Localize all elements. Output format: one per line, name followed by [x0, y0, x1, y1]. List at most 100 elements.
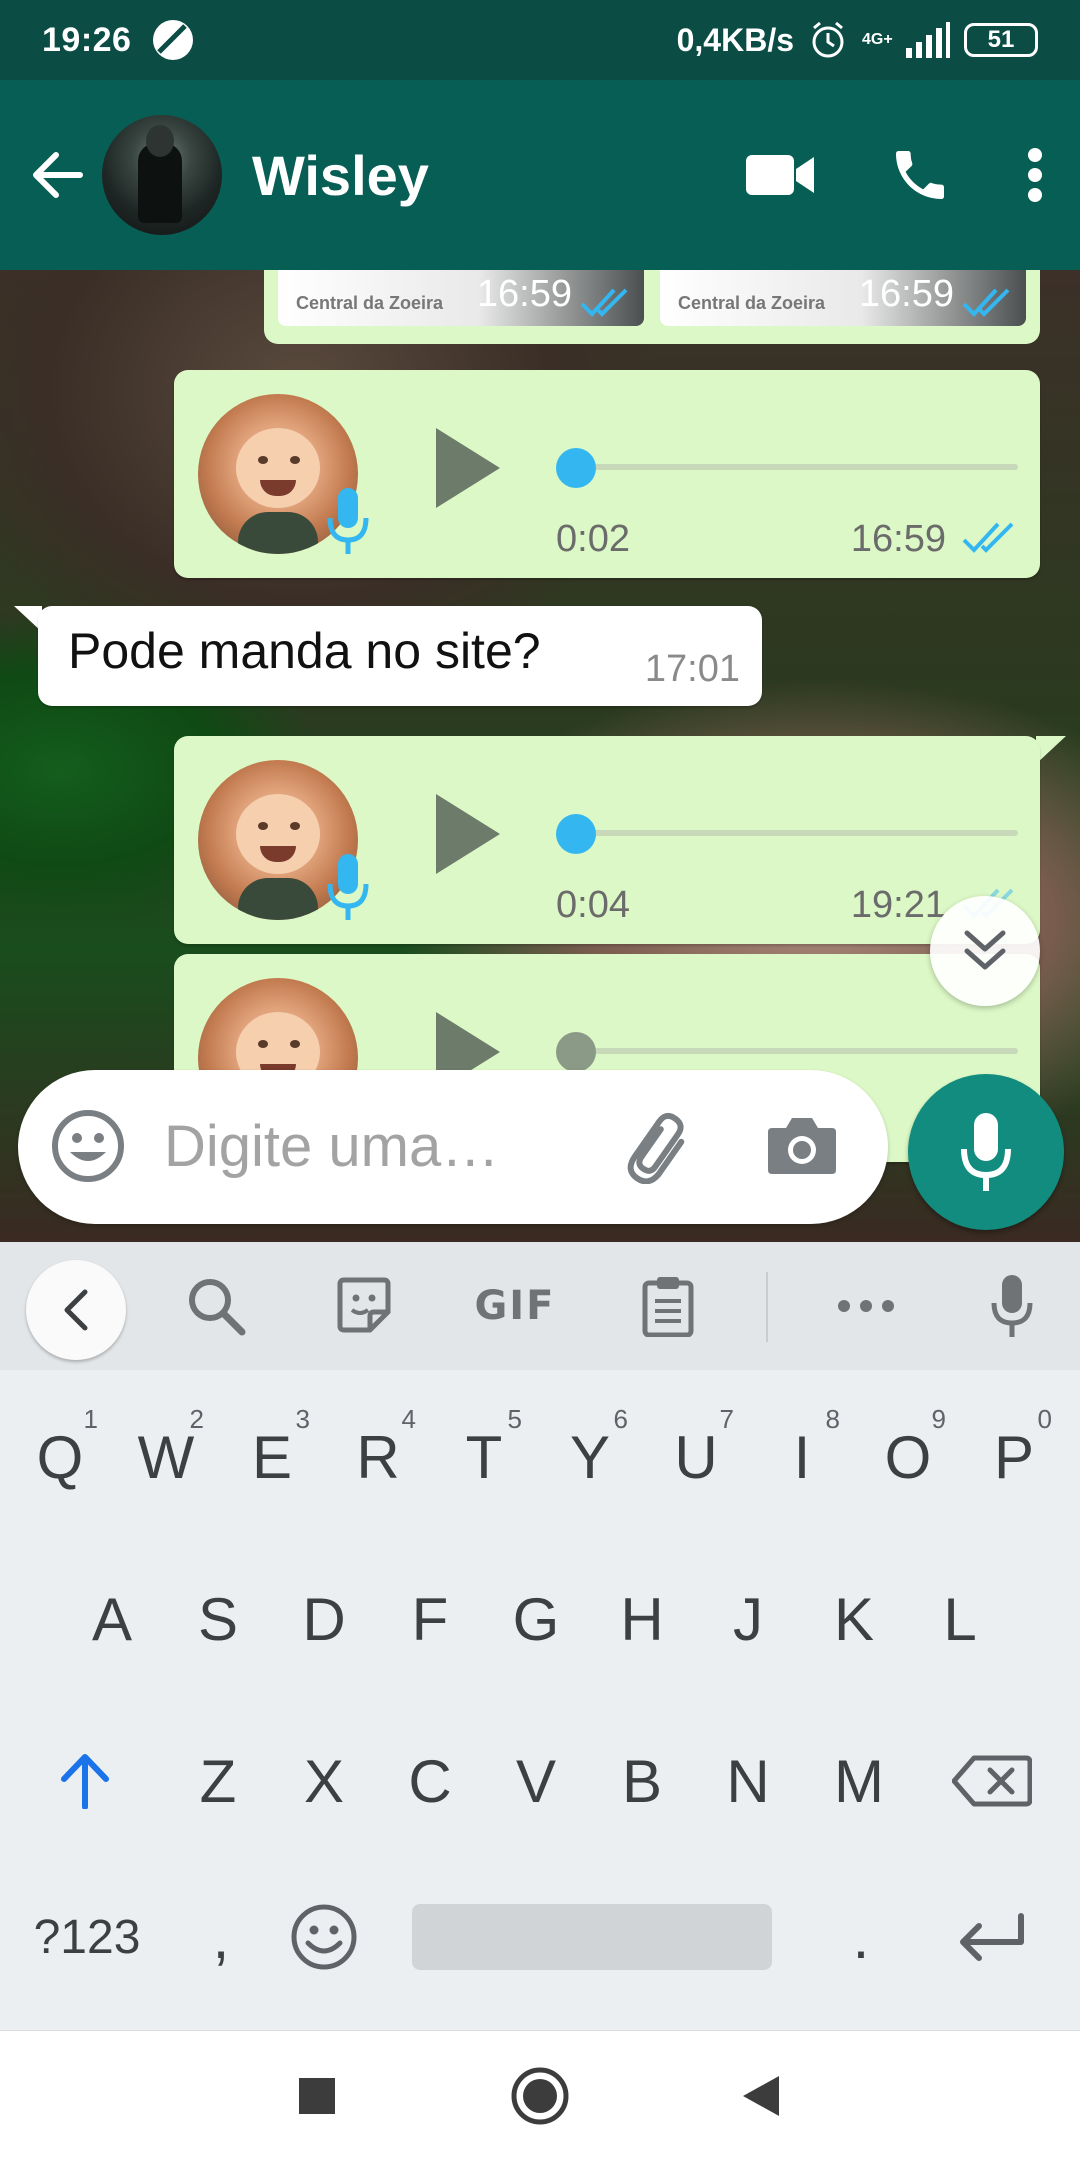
symbols-key[interactable]: ?123 [22, 1892, 152, 1982]
key-q[interactable]: Q1 [30, 1404, 98, 1502]
key-b[interactable]: B [612, 1736, 672, 1826]
key-t[interactable]: T5 [454, 1404, 522, 1502]
keyboard-more-button[interactable] [834, 1274, 898, 1338]
key-label: , [212, 1903, 230, 1971]
message-time: 17:01 [644, 648, 740, 690]
clipboard-icon [642, 1277, 694, 1337]
key-m[interactable]: M [824, 1736, 894, 1826]
image-message-bubble[interactable]: Central da Zoeira 16:59 Central da Zoeir… [264, 270, 1040, 344]
key-v[interactable]: V [506, 1736, 566, 1826]
incoming-message-bubble[interactable]: Pode manda no site? 17:01 [38, 606, 762, 706]
key-e[interactable]: E3 [242, 1404, 310, 1502]
home-button[interactable] [505, 2061, 575, 2131]
backspace-key[interactable] [944, 1736, 1040, 1826]
key-d[interactable]: D [294, 1574, 354, 1664]
key-l[interactable]: L [930, 1574, 990, 1664]
recents-button[interactable] [282, 2061, 352, 2131]
shift-icon [61, 1754, 109, 1809]
key-s[interactable]: S [188, 1574, 248, 1664]
contact-name[interactable]: Wisley [252, 143, 429, 208]
keyboard-search-button[interactable] [180, 1274, 252, 1338]
key-hint: 6 [613, 1404, 628, 1434]
keyboard-collapse-button[interactable] [26, 1260, 126, 1360]
keyboard-sticker-button[interactable] [332, 1274, 396, 1338]
video-call-button[interactable] [710, 120, 850, 230]
key-label: S [197, 1585, 239, 1653]
photo-face [236, 794, 320, 874]
key-w[interactable]: W2 [136, 1404, 204, 1502]
more-options-button[interactable] [990, 120, 1080, 230]
emoji-icon[interactable] [50, 1108, 126, 1184]
enter-icon [960, 1913, 1024, 1961]
image-thumbnail[interactable]: Central da Zoeira 16:59 [278, 270, 644, 326]
audio-progress-knob[interactable] [556, 1032, 596, 1072]
key-label: N [726, 1747, 770, 1815]
enter-key[interactable] [944, 1892, 1040, 1982]
period-key[interactable]: . [836, 1892, 886, 1982]
header-actions [710, 120, 1080, 230]
audio-progress-track[interactable] [578, 830, 1018, 836]
key-n[interactable]: N [718, 1736, 778, 1826]
key-x[interactable]: X [294, 1736, 354, 1826]
voice-message-bubble[interactable]: 0:04 19:21 [174, 736, 1040, 944]
message-composer [18, 1070, 888, 1224]
emoji-key[interactable] [284, 1892, 364, 1982]
photo-shirt [238, 512, 318, 554]
image-thumbnail[interactable]: Central da Zoeira 16:59 [660, 270, 1026, 326]
key-label: T [465, 1423, 503, 1491]
keyboard-gif-button[interactable]: GIF [470, 1274, 560, 1338]
voice-message-bubble[interactable]: 0:02 16:59 [174, 370, 1040, 578]
scroll-to-bottom-button[interactable] [930, 896, 1040, 1006]
backspace-icon [952, 1755, 1032, 1807]
key-y[interactable]: Y6 [560, 1404, 628, 1502]
keyboard-clipboard-button[interactable] [636, 1274, 700, 1338]
photo-shirt [238, 878, 318, 920]
key-label: I [793, 1423, 811, 1491]
audio-progress-track[interactable] [578, 1048, 1018, 1054]
key-label: O [884, 1423, 932, 1491]
key-a[interactable]: A [82, 1574, 142, 1664]
camera-icon[interactable] [766, 1112, 838, 1176]
key-k[interactable]: K [824, 1574, 884, 1664]
keyboard: G I F Q 1 W 2 E 3 R 4 T 5 Y 6 U 7 I 8 O 9 … [0, 1242, 1080, 2030]
key-g[interactable]: G [506, 1574, 566, 1664]
network-speed: 0,4KB/s [676, 21, 794, 58]
message-input[interactable] [164, 1098, 594, 1194]
key-c[interactable]: C [400, 1736, 460, 1826]
shift-key[interactable] [40, 1736, 130, 1826]
key-f[interactable]: F [400, 1574, 460, 1664]
paperclip-icon[interactable] [618, 1112, 698, 1184]
key-u[interactable]: U7 [666, 1404, 734, 1502]
voice-call-button[interactable] [850, 120, 990, 230]
key-i[interactable]: I8 [772, 1404, 840, 1502]
audio-progress-track[interactable] [578, 464, 1018, 470]
chevron-left-icon [64, 1289, 88, 1331]
voice-record-button[interactable] [908, 1074, 1064, 1230]
search-icon [189, 1279, 246, 1336]
key-label: U [674, 1423, 718, 1491]
thumbnail-source: Central da Zoeira [296, 293, 444, 313]
back-nav-button[interactable] [726, 2061, 796, 2131]
key-r[interactable]: R4 [348, 1404, 416, 1502]
back-button[interactable] [18, 135, 98, 215]
play-icon[interactable] [432, 792, 504, 876]
status-bar: 19:26 0,4KB/s 4G+ 51 [0, 0, 1080, 80]
key-label: Q [36, 1423, 84, 1491]
play-icon[interactable] [432, 426, 504, 510]
double-chevron-down-icon [964, 930, 1006, 970]
key-z[interactable]: Z [188, 1736, 248, 1826]
emoji-icon [291, 1904, 357, 1970]
key-o[interactable]: O9 [878, 1404, 946, 1502]
audio-progress-knob[interactable] [556, 814, 596, 854]
audio-progress-knob[interactable] [556, 448, 596, 488]
key-j[interactable]: J [718, 1574, 778, 1664]
network-type: 4G+ [862, 31, 893, 48]
key-hint: 3 [295, 1404, 310, 1434]
keyboard-voice-button[interactable] [984, 1274, 1040, 1338]
space-key[interactable] [412, 1904, 772, 1970]
contact-avatar[interactable] [102, 115, 222, 235]
key-h[interactable]: H [612, 1574, 672, 1664]
key-p[interactable]: P0 [984, 1404, 1052, 1502]
comma-key[interactable]: , [196, 1892, 246, 1982]
key-hint: 9 [931, 1404, 946, 1434]
